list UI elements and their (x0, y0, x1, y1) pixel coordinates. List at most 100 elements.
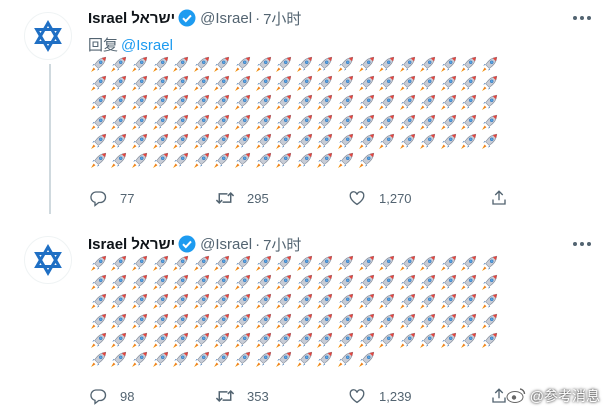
rocket-icon (150, 151, 171, 170)
share-button[interactable] (489, 188, 509, 208)
rocket-icon (129, 74, 150, 93)
rocket-icon (335, 93, 356, 112)
rocket-icon (150, 55, 171, 74)
rocket-icon (479, 55, 500, 74)
separator-dot: · (255, 9, 261, 27)
rocket-row (88, 331, 582, 350)
reply-button[interactable]: 77 (88, 188, 134, 208)
rocket-icon (232, 273, 253, 292)
rocket-icon (212, 292, 233, 311)
display-name[interactable]: Israel ישראל (88, 236, 175, 253)
rocket-icon (253, 312, 274, 331)
rocket-icon (150, 132, 171, 151)
rocket-icon (212, 254, 233, 273)
rocket-row (88, 151, 582, 170)
rocket-icon (418, 74, 439, 93)
rocket-icon (88, 350, 109, 369)
avatar[interactable] (24, 12, 72, 60)
rocket-icon (109, 74, 130, 93)
rocket-icon (315, 151, 336, 170)
handle[interactable]: @Israel (200, 236, 252, 253)
rocket-icon (150, 331, 171, 350)
rocket-icon (294, 273, 315, 292)
timestamp[interactable]: 7小时 (263, 234, 301, 255)
rocket-icon (315, 93, 336, 112)
rocket-icon (170, 331, 191, 350)
rocket-icon (418, 292, 439, 311)
rocket-icon (253, 151, 274, 170)
rocket-icon (191, 331, 212, 350)
reply-prefix: 回复 (88, 37, 119, 54)
rocket-icon (129, 312, 150, 331)
rocket-icon (170, 132, 191, 151)
rocket-icon (232, 292, 253, 311)
rocket-icon (294, 113, 315, 132)
more-icon[interactable] (570, 6, 594, 30)
rocket-icon (150, 350, 171, 369)
rocket-icon (109, 113, 130, 132)
verified-badge-icon (178, 9, 196, 27)
rocket-icon (191, 292, 212, 311)
reply-button[interactable]: 98 (88, 386, 134, 406)
rocket-icon (397, 93, 418, 112)
rocket-icon (397, 132, 418, 151)
rocket-row (88, 55, 582, 74)
rocket-icon (88, 151, 109, 170)
rocket-icon (129, 331, 150, 350)
rocket-icon (356, 273, 377, 292)
like-button[interactable]: 1,239 (347, 386, 412, 406)
like-button[interactable]: 1,270 (347, 188, 412, 208)
reply-count: 98 (120, 388, 135, 404)
replying-to: 回复 @Israel (88, 34, 173, 55)
retweet-button[interactable]: 353 (215, 386, 269, 406)
rocket-icon (335, 254, 356, 273)
avatar[interactable] (24, 236, 72, 284)
rocket-icon (459, 312, 480, 331)
rocket-icon (376, 254, 397, 273)
rocket-icon (438, 113, 459, 132)
rocket-icon (479, 312, 500, 331)
rocket-icon (212, 55, 233, 74)
rocket-icon (294, 93, 315, 112)
reply-mention-link[interactable]: @Israel (121, 37, 173, 54)
like-icon (347, 188, 367, 208)
timestamp[interactable]: 7小时 (263, 8, 301, 29)
rocket-icon (438, 132, 459, 151)
rocket-icon (356, 132, 377, 151)
rocket-icon (315, 292, 336, 311)
rocket-icon (253, 292, 274, 311)
rocket-icon (438, 292, 459, 311)
rocket-icon (253, 55, 274, 74)
handle[interactable]: @Israel (200, 10, 252, 27)
rocket-icon (376, 113, 397, 132)
rocket-icon (109, 132, 130, 151)
rocket-icon (459, 331, 480, 350)
rocket-icon (418, 113, 439, 132)
rocket-icon (397, 331, 418, 350)
rocket-icon (335, 350, 356, 369)
rocket-icon (459, 292, 480, 311)
rocket-icon (294, 151, 315, 170)
rocket-icon (273, 292, 294, 311)
tweet-1[interactable]: Israel ישראל @Israel · 7小时 回复 @Israel 77 … (0, 0, 608, 226)
retweet-button[interactable]: 295 (215, 188, 269, 208)
rocket-icon (88, 113, 109, 132)
rocket-icon (294, 350, 315, 369)
rocket-icon (191, 254, 212, 273)
rocket-icon (315, 312, 336, 331)
like-count: 1,239 (379, 388, 412, 404)
retweet-icon (215, 386, 235, 406)
watermark-text: @参考消息 (529, 388, 600, 404)
rocket-icon (315, 254, 336, 273)
rocket-icon (356, 292, 377, 311)
rocket-icon (232, 254, 253, 273)
rocket-icon (212, 113, 233, 132)
more-icon[interactable] (570, 232, 594, 256)
display-name[interactable]: Israel ישראל (88, 10, 175, 27)
rocket-icon (376, 273, 397, 292)
rocket-icon (232, 113, 253, 132)
rocket-icon (397, 273, 418, 292)
rocket-icon (191, 273, 212, 292)
rocket-icon (438, 254, 459, 273)
rocket-icon (397, 55, 418, 74)
